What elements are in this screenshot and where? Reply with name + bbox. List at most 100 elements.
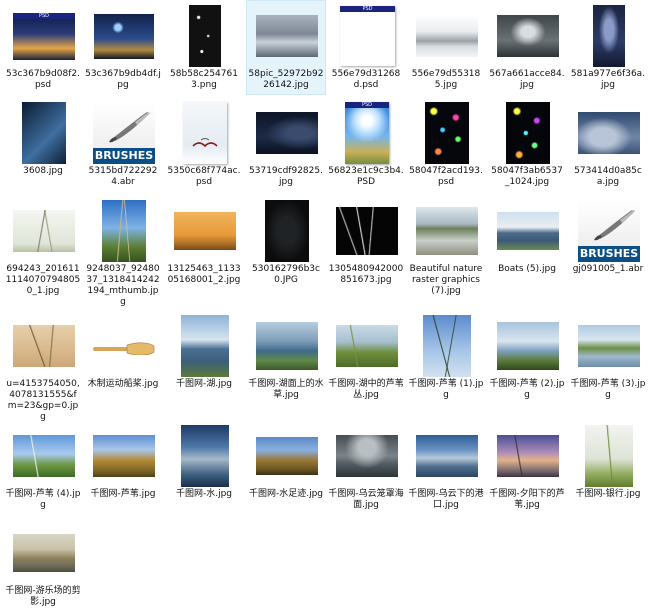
file-name: 556e79d553185.jpg bbox=[411, 69, 481, 90]
file-item[interactable]: 581a977e6f36a.jpg bbox=[568, 0, 648, 95]
file-grid: PSD 53c367b9d08f2.psd 53c367b9db4df.jpg 58b… bbox=[0, 0, 648, 607]
file-item[interactable]: 58b58c2547613.png bbox=[164, 0, 244, 95]
file-item[interactable]: 530162796b3c0.JPG bbox=[246, 195, 326, 303]
file-thumbnail bbox=[181, 425, 229, 487]
file-thumbnail bbox=[336, 435, 398, 477]
file-item[interactable]: 千图网-芦苇 (4).jpg bbox=[3, 420, 83, 515]
file-thumbnail bbox=[183, 102, 227, 164]
file-thumbnail bbox=[416, 15, 478, 57]
file-item[interactable]: 千图网-芦苇 (1).jpg bbox=[406, 310, 486, 415]
file-thumbnail bbox=[93, 341, 155, 355]
file-thumbnail bbox=[423, 315, 471, 377]
file-item[interactable]: 3608.jpg bbox=[3, 97, 83, 192]
file-name: 千图网-湖面上的水草.jpg bbox=[248, 379, 324, 400]
file-name: 木制运动船桨.jpg bbox=[87, 379, 159, 389]
file-item[interactable]: Boats (5).jpg bbox=[487, 195, 567, 303]
file-name: 1305480942000851673.jpg bbox=[328, 264, 404, 285]
file-thumbnail bbox=[256, 15, 318, 57]
file-item[interactable]: 1305480942000851673.jpg bbox=[326, 195, 406, 303]
file-name: 58047f2acd193.psd bbox=[409, 166, 483, 187]
file-thumbnail bbox=[93, 435, 155, 477]
paddle-icon bbox=[93, 342, 155, 355]
file-thumbnail bbox=[497, 322, 559, 370]
file-item[interactable]: 千图网-芦苇.jpg bbox=[83, 420, 163, 515]
file-item[interactable]: 千图网-芦苇 (3).jpg bbox=[568, 310, 648, 415]
file-name: 千图网-湖.jpg bbox=[175, 379, 233, 389]
file-thumbnail bbox=[13, 325, 75, 367]
file-item[interactable]: 53719cdf92825.jpg bbox=[246, 97, 326, 192]
file-name: 千图网-芦苇.jpg bbox=[90, 489, 156, 499]
file-name: 千图网-水足迹.jpg bbox=[248, 489, 324, 499]
file-item[interactable]: 9248037_9248037_1318414242194_mthumb.jpg bbox=[83, 195, 163, 307]
file-item[interactable]: 13125463_113305168001_2.jpg bbox=[164, 195, 244, 303]
file-item[interactable]: 千图网-水.jpg bbox=[164, 420, 244, 515]
file-item[interactable]: PSD 556e79d31268d.psd bbox=[326, 0, 406, 95]
file-thumbnail bbox=[593, 5, 625, 67]
psd-badge-label: PSD bbox=[361, 102, 373, 108]
file-thumbnail bbox=[585, 425, 633, 487]
file-item[interactable]: 千图网-芦苇 (2).jpg bbox=[487, 310, 567, 415]
file-item[interactable]: 千图网-湖面上的水草.jpg bbox=[246, 310, 326, 415]
psd-badge-label: PSD bbox=[362, 6, 373, 12]
brushes-label: BRUSHES bbox=[578, 246, 640, 262]
file-item[interactable]: 千图网-水足迹.jpg bbox=[246, 420, 326, 515]
file-item[interactable]: 5350c68f774ac.psd bbox=[164, 97, 244, 192]
file-item[interactable]: 千图网-乌云下的港口.jpg bbox=[406, 420, 486, 515]
file-item[interactable]: Beautiful nature raster graphics (7).jpg bbox=[406, 195, 486, 303]
file-thumbnail bbox=[336, 325, 398, 367]
file-item[interactable]: 千图网-游乐场的剪影.jpg bbox=[3, 517, 83, 612]
file-item[interactable]: BRUSHES gj091005_1.abr bbox=[568, 195, 648, 303]
file-name: 千图网-夕阳下的芦苇.jpg bbox=[489, 489, 565, 510]
file-item[interactable]: PSD 53c367b9d08f2.psd bbox=[3, 0, 83, 95]
file-item[interactable]: BRUSHES 5315bd7222924.abr bbox=[83, 97, 163, 192]
file-name: 5350c68f774ac.psd bbox=[167, 166, 241, 187]
file-name: 千图网-乌云笼罩海面.jpg bbox=[328, 489, 404, 510]
file-item[interactable]: 567a661acce84.jpg bbox=[487, 0, 567, 95]
file-thumbnail bbox=[416, 435, 478, 477]
file-item[interactable]: 58pic_52972b9226142.jpg bbox=[246, 0, 326, 95]
file-thumbnail bbox=[425, 102, 469, 164]
file-name: 58b58c2547613.png bbox=[170, 69, 238, 90]
file-item[interactable]: 木制运动船桨.jpg bbox=[83, 310, 163, 415]
file-item[interactable]: 53c367b9db4df.jpg bbox=[83, 0, 163, 95]
file-thumbnail bbox=[336, 207, 398, 255]
file-thumbnail bbox=[416, 207, 478, 255]
file-name: 千图网-芦苇 (3).jpg bbox=[570, 379, 646, 400]
file-name: 千图网-芦苇 (4).jpg bbox=[5, 489, 81, 510]
file-name: Boats (5).jpg bbox=[498, 264, 556, 274]
file-thumbnail bbox=[174, 212, 236, 250]
file-name: 53c367b9db4df.jpg bbox=[85, 69, 161, 90]
file-item[interactable]: 千图网-湖.jpg bbox=[164, 310, 244, 415]
file-item[interactable]: PSD 56823e1c9c3b4.PSD bbox=[326, 97, 406, 192]
file-name: Beautiful nature raster graphics (7).jpg bbox=[409, 264, 483, 296]
file-thumbnail: PSD bbox=[13, 13, 75, 60]
brushes-label: BRUSHES bbox=[93, 148, 155, 164]
file-name: 千图网-乌云下的港口.jpg bbox=[408, 489, 484, 510]
file-item[interactable]: 573414d0a85ca.jpg bbox=[568, 97, 648, 192]
file-name: 573414d0a85ca.jpg bbox=[574, 166, 642, 187]
file-name: 千图网-湖中的芦苇丛.jpg bbox=[328, 379, 404, 400]
psd-badge: PSD bbox=[340, 6, 395, 12]
file-thumbnail bbox=[181, 315, 229, 377]
file-name: 581a977e6f36a.jpg bbox=[570, 69, 646, 90]
paintbrush-icon bbox=[109, 112, 150, 143]
file-item[interactable]: 58047f3ab6537_1024.jpg bbox=[487, 97, 567, 192]
file-item[interactable]: 千图网-夕阳下的芦苇.jpg bbox=[487, 420, 567, 515]
file-item[interactable]: 58047f2acd193.psd bbox=[406, 97, 486, 192]
file-item[interactable]: 千图网-乌云笼罩海面.jpg bbox=[326, 420, 406, 515]
file-thumbnail bbox=[578, 112, 640, 154]
file-thumbnail bbox=[13, 210, 75, 252]
file-item[interactable]: 千图网-银行.jpg bbox=[568, 420, 648, 515]
file-thumbnail bbox=[578, 325, 640, 367]
file-name: 千图网-水.jpg bbox=[175, 489, 233, 499]
file-item[interactable]: 千图网-湖中的芦苇丛.jpg bbox=[326, 310, 406, 415]
file-name: 53c367b9d08f2.psd bbox=[6, 69, 80, 90]
file-item[interactable]: u=4153754050,4078131555&fm=23&gp=0.jpg bbox=[3, 310, 83, 422]
file-item[interactable]: 694243_2016111114070794805 0_1.jpg bbox=[3, 195, 83, 303]
file-thumbnail bbox=[256, 437, 318, 475]
file-name: 3608.jpg bbox=[23, 166, 63, 176]
file-thumbnail bbox=[497, 212, 559, 250]
file-thumbnail bbox=[94, 14, 154, 59]
file-thumbnail bbox=[13, 435, 75, 477]
file-item[interactable]: 556e79d553185.jpg bbox=[406, 0, 486, 95]
